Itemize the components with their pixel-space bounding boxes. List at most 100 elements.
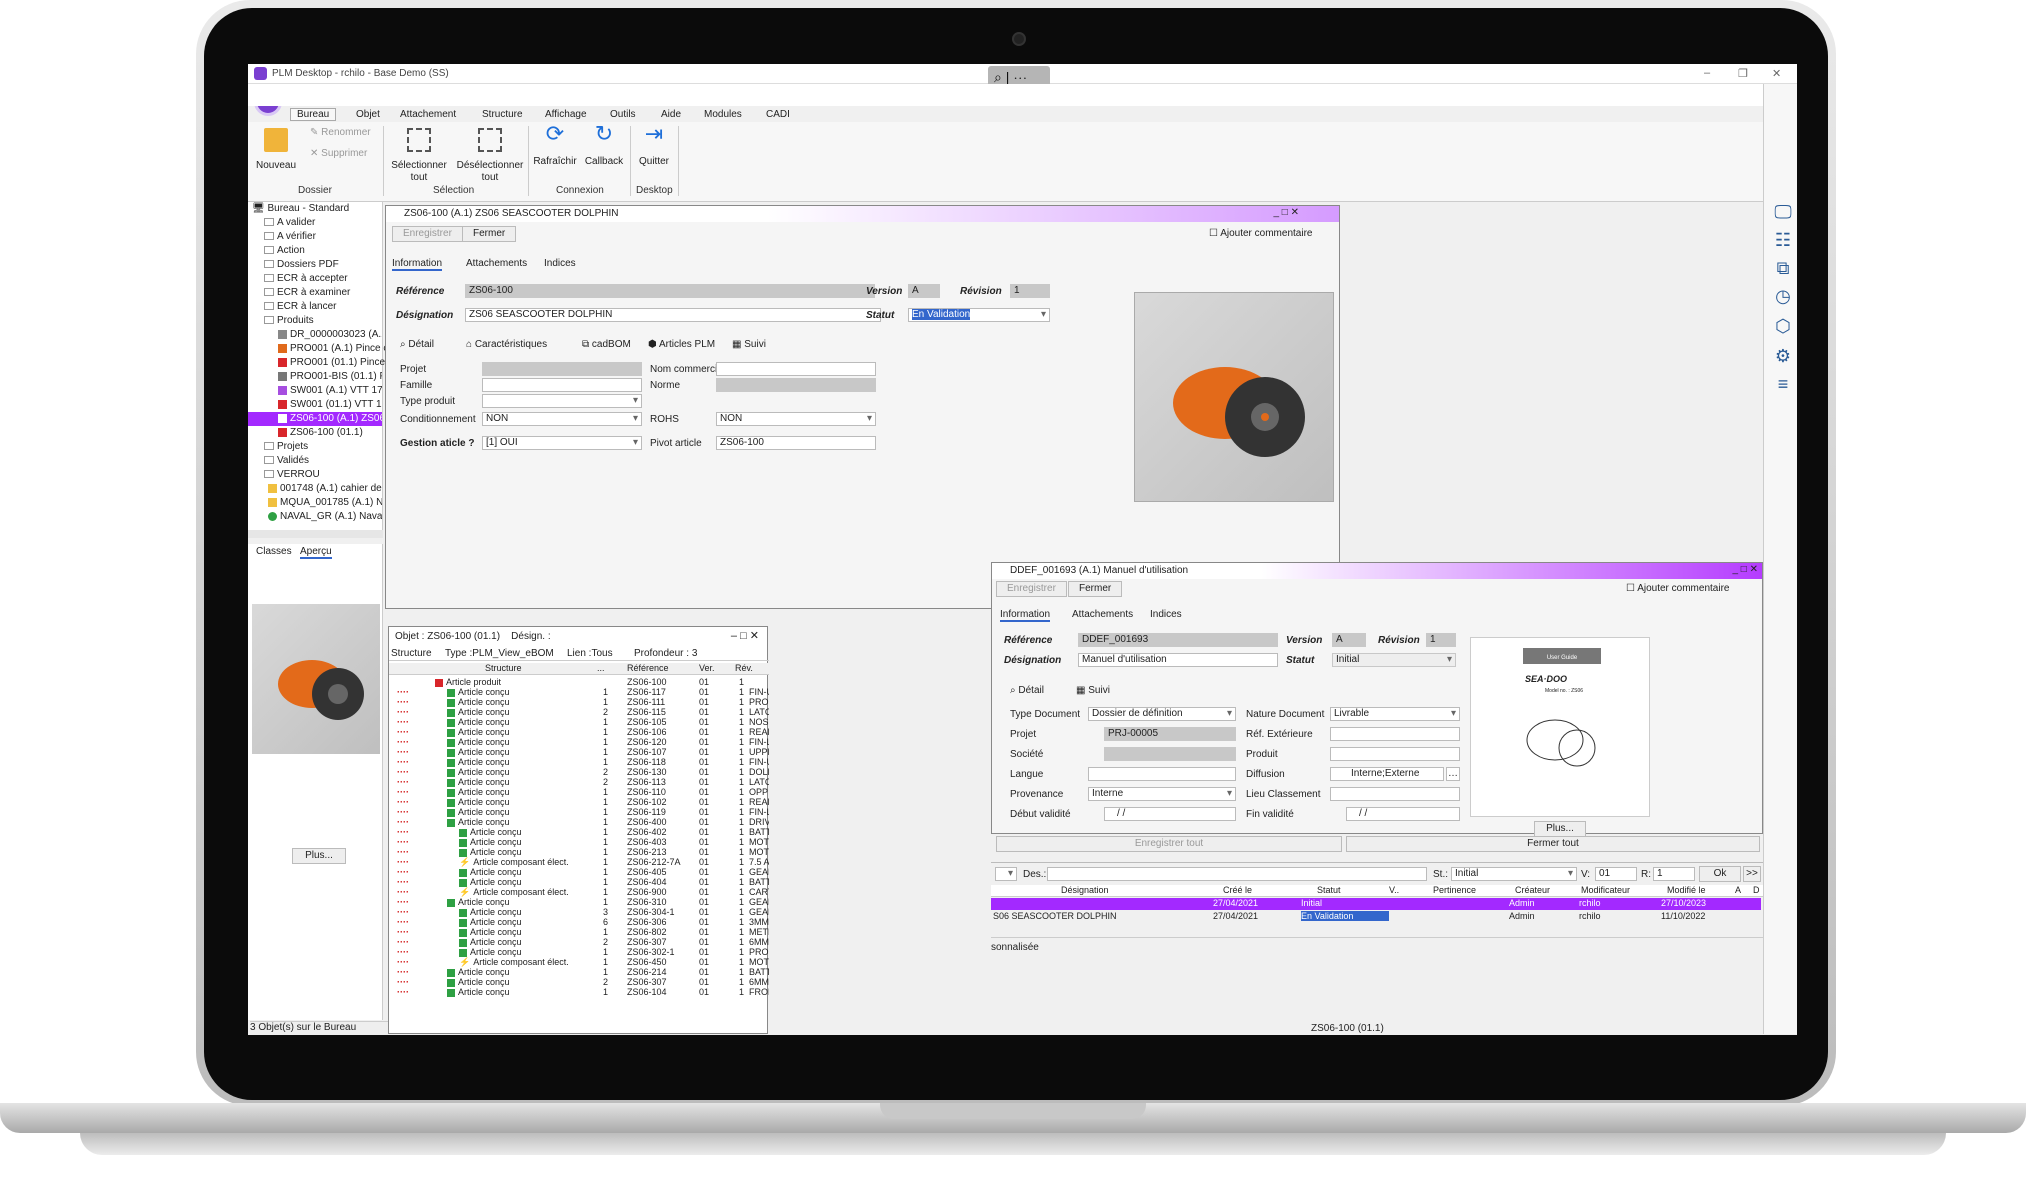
expand-button[interactable]: >> [1743, 866, 1761, 882]
statut-select[interactable]: En Validation [908, 308, 1050, 322]
fin-field[interactable]: / / [1346, 807, 1460, 821]
col-designation[interactable]: Désignation [1061, 885, 1109, 895]
renommer-button[interactable]: ✎ Renommer [310, 127, 371, 138]
version-field[interactable]: A [908, 284, 940, 298]
subtab-articles-plm[interactable]: ⬢ Articles PLM [648, 339, 715, 350]
tree-item-zs06-011[interactable]: ZS06-100 (01.1) [248, 426, 382, 440]
tree-item-a-valider[interactable]: A valider [248, 216, 382, 230]
tree-item-ecr-accepter[interactable]: ECR à accepter [248, 272, 382, 286]
result-row[interactable]: 27/04/2021 Initial Admin rchilo 27/10/20… [991, 898, 1761, 910]
menu-affichage[interactable]: Affichage [545, 109, 587, 120]
projet-field[interactable] [482, 362, 642, 376]
splitter[interactable] [248, 530, 383, 538]
toolbar-structure[interactable]: Structure [391, 648, 432, 659]
conditionnement-select[interactable]: NON [482, 412, 642, 426]
structure-row[interactable]: ···· Article conçu 2 ZS06-130 01 1 DOLPH [389, 767, 769, 777]
window-controls[interactable]: _ □ ✕ [1273, 207, 1299, 218]
close-icon[interactable]: ✕ [1772, 67, 1781, 80]
structure-row[interactable]: ···· Article conçu 1 ZS06-310 01 1 GEAR T [389, 897, 769, 907]
structure-row[interactable]: ···· Article conçu 1 ZS06-117 01 1 FIN-UPI [389, 687, 769, 697]
des-input[interactable] [1047, 867, 1427, 881]
fermer-button[interactable]: Fermer [462, 226, 517, 242]
structure-row[interactable]: ···· Article conçu 1 ZS06-405 01 1 GEAR C [389, 867, 769, 877]
structure-row[interactable]: ···· Article conçu 1 ZS06-214 01 1 BATTER [389, 967, 769, 977]
provenance-select[interactable]: Interne [1088, 787, 1236, 801]
structure-row[interactable]: ···· Article conçu 1 ZS06-400 01 1 DRIVE A [389, 817, 769, 827]
structure-row[interactable]: ···· Article conçu 1 ZS06-403 01 1 MOTOR [389, 837, 769, 847]
structure-row[interactable]: ···· Article conçu 1 ZS06-119 01 1 FIN-LOV [389, 807, 769, 817]
search-mode-select[interactable] [995, 867, 1017, 881]
menu-bureau[interactable]: Bureau [290, 108, 337, 121]
structure-row[interactable]: ···· Article conçu 6 ZS06-306 01 1 3MM ID [389, 917, 769, 927]
quitter-button[interactable]: ⇥ Quitter [634, 123, 674, 168]
col-d[interactable]: D [1753, 885, 1760, 895]
window-controls[interactable]: – □ ✕ [731, 629, 759, 642]
tree-item-valides[interactable]: Validés [248, 454, 382, 468]
doc-subtab-detail[interactable]: ⌕ Détail [1010, 685, 1044, 696]
type-doc-select[interactable]: Dossier de définition [1088, 707, 1236, 721]
doc-plus-button[interactable]: Plus... [1534, 821, 1586, 837]
refresh-button[interactable]: ⟳ Rafraîchir [532, 123, 578, 168]
doc-enregistrer-button[interactable]: Enregistrer [996, 581, 1067, 597]
designation-field[interactable]: ZS06 SEASCOOTER DOLPHIN [465, 308, 881, 322]
structure-row[interactable]: ···· Article conçu 1 ZS06-120 01 1 FIN-LOV [389, 737, 769, 747]
structure-row[interactable]: ···· ⚡ Article composant élect. 1 ZS06-212-7… [389, 857, 769, 867]
result-row[interactable]: S06 SEASCOOTER DOLPHIN 27/04/2021 En Val… [991, 911, 1761, 923]
structure-row[interactable]: ···· Article conçu 1 ZS06-104 01 1 FRONT [389, 987, 769, 997]
doc-version-field[interactable]: A [1332, 633, 1366, 647]
ok-button[interactable]: Ok [1699, 866, 1741, 882]
tab-indices[interactable]: Indices [544, 258, 576, 269]
tree-item-produits[interactable]: Produits [248, 314, 382, 328]
col-statut[interactable]: Statut [1317, 885, 1341, 895]
revision-field[interactable]: 1 [1010, 284, 1050, 298]
reference-field[interactable]: ZS06-100 [465, 284, 875, 298]
select-all-button[interactable]: Sélectionner tout [388, 128, 450, 184]
st-select[interactable]: Initial [1451, 867, 1577, 881]
menu-modules[interactable]: Modules [704, 109, 742, 120]
col-modifie-le[interactable]: Modifié le [1667, 885, 1706, 895]
tree-item-pro001-bis[interactable]: PRO001-BIS (01.1) Pince cable Altern [248, 370, 382, 384]
col-cree-le[interactable]: Créé le [1223, 885, 1252, 895]
doc-statut-select[interactable]: Initial [1332, 653, 1456, 667]
rohs-select[interactable]: NON [716, 412, 876, 426]
tree-item-action[interactable]: Action [248, 244, 382, 258]
tree-item-naval[interactable]: NAVAL_GR (A.1) Naval Groupe [248, 510, 382, 524]
col-structure[interactable]: Structure [485, 663, 522, 673]
structure-row[interactable]: Article produit ZS06-100 01 1 [389, 677, 769, 687]
doc-ajouter-commentaire[interactable]: ☐ Ajouter commentaire [1626, 583, 1729, 594]
tree-item-zs06-a1[interactable]: ZS06-100 (A.1) ZS06 SEASCOOT [248, 412, 382, 426]
col-rev[interactable]: Rév. [735, 663, 753, 673]
r-input[interactable]: 1 [1653, 867, 1695, 881]
menu-outils[interactable]: Outils [610, 109, 636, 120]
deselect-all-button[interactable]: Désélectionner tout [454, 128, 526, 184]
type-produit-select[interactable] [482, 394, 642, 408]
tree-item-sw001-011[interactable]: SW001 (01.1) VTT 17 pouces Shoc [248, 398, 382, 412]
tree-item-001748[interactable]: 001748 (A.1) cahier des charges PRJ [248, 482, 382, 496]
subtab-suivi[interactable]: ▦ Suivi [732, 339, 766, 350]
norme-field[interactable] [716, 378, 876, 392]
structure-row[interactable]: ···· Article conçu 1 ZS06-213 01 1 MOTOR [389, 847, 769, 857]
structure-row[interactable]: ···· Article conçu 1 ZS06-118 01 1 FIN-UPI [389, 757, 769, 767]
ajouter-commentaire-checkbox[interactable]: ☐ Ajouter commentaire [1209, 228, 1312, 239]
structure-row[interactable]: ···· Article conçu 1 ZS06-111 01 1 PROP - [389, 697, 769, 707]
hierarchy-icon[interactable]: ⧉ [1772, 258, 1794, 278]
doc-subtab-suivi[interactable]: ▦ Suivi [1076, 685, 1110, 696]
enregistrer-button[interactable]: Enregistrer [392, 226, 463, 242]
tree-item-pro001-a1[interactable]: PRO001 (A.1) Pince cable [248, 342, 407, 356]
toolbar-lien[interactable]: Lien :Tous [567, 648, 613, 659]
menu-cadi[interactable]: CADI [766, 109, 790, 120]
structure-row[interactable]: ···· Article conçu 3 ZS06-304-1 01 1 GEAR S [389, 907, 769, 917]
diffusion-field[interactable]: Interne;Externe [1330, 767, 1444, 781]
structure-row[interactable]: ···· ⚡ Article composant élect. 1 ZS06-450 01… [389, 957, 769, 967]
structure-row[interactable]: ···· Article conçu 1 ZS06-110 01 1 OPP SID [389, 787, 769, 797]
tree-item-ecr-lancer[interactable]: ECR à lancer [248, 300, 382, 314]
structure-row[interactable]: ···· Article conçu 2 ZS06-115 01 1 LATCH [389, 707, 769, 717]
structure-row[interactable]: ···· Article conçu 2 ZS06-113 01 1 LATCH [389, 777, 769, 787]
doc-designation-field[interactable]: Manuel d'utilisation [1078, 653, 1278, 667]
doc-fermer-button[interactable]: Fermer [1068, 581, 1123, 597]
callback-button[interactable]: ↻ Callback [582, 123, 626, 168]
toolbar-type[interactable]: Type :PLM_View_eBOM [445, 648, 554, 659]
list-filter-icon[interactable]: ≡ [1772, 374, 1794, 394]
subtab-detail[interactable]: ⌕ Détail [400, 339, 434, 350]
nom-commercial-field[interactable] [716, 362, 876, 376]
